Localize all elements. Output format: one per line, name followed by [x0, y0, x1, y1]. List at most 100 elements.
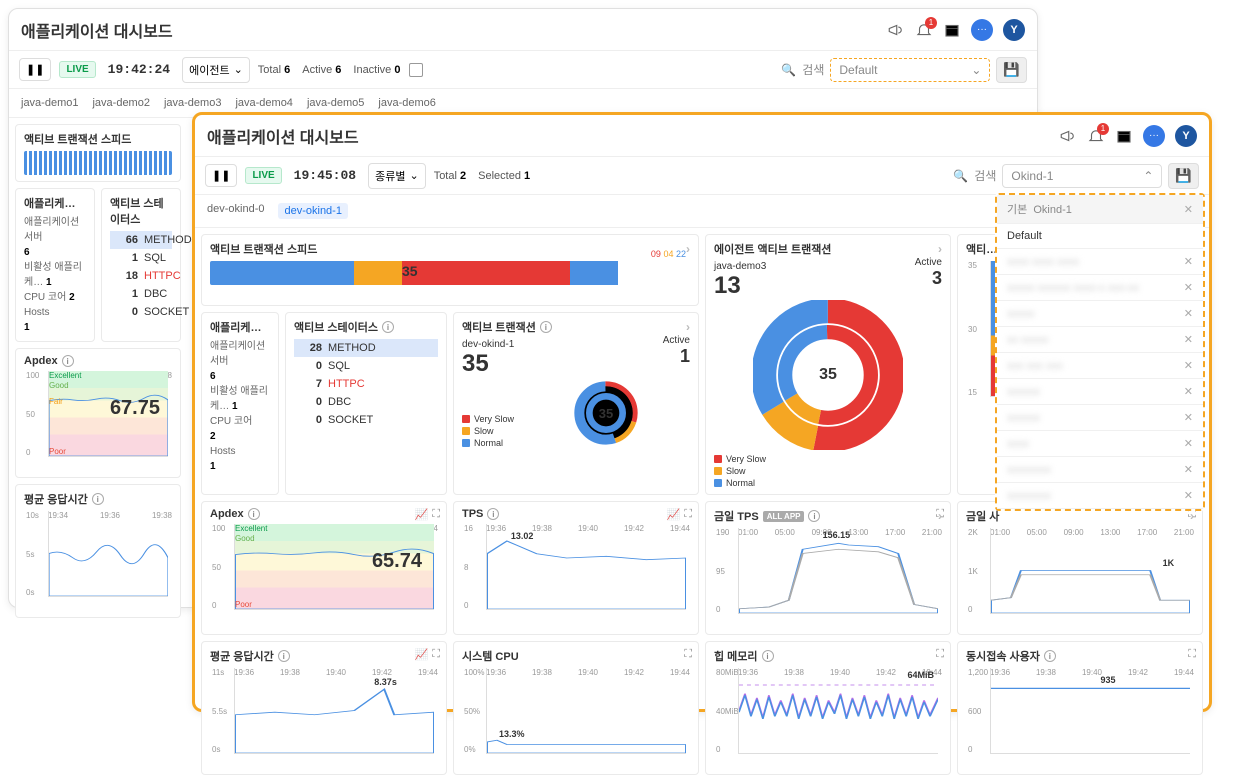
kind-dropdown[interactable]: 종류별 ⌄	[368, 163, 426, 189]
expand-icon[interactable]: ⛶	[936, 508, 944, 521]
remove-icon[interactable]: ✕	[1184, 359, 1193, 372]
save-button[interactable]: 💾	[1168, 163, 1199, 189]
live-badge: LIVE	[59, 61, 95, 78]
dd-item[interactable]: xxxxxxxx✕	[997, 457, 1203, 483]
info-icon[interactable]: i	[808, 510, 820, 522]
heap-panel: 힙 메모리i ⛶ 80MiB40MiB0 64MiB 19:3619:3819:…	[705, 641, 951, 775]
avatar[interactable]: Y	[1175, 125, 1197, 147]
dd-item[interactable]: Default	[997, 224, 1203, 249]
remove-icon[interactable]: ✕	[1184, 333, 1193, 346]
info-icon[interactable]: i	[248, 508, 260, 520]
remove-icon[interactable]: ✕	[1184, 437, 1193, 450]
remove-icon[interactable]: ✕	[1184, 307, 1193, 320]
apdex-panel: Apdexi 100500 Excellent Good Fair Poor 6…	[15, 348, 181, 478]
remove-icon[interactable]: ✕	[1184, 385, 1193, 398]
dd-header: 기본 Okind-1✕	[997, 195, 1203, 224]
cpu-panel: 시스템 CPU ⛶ 100%50%0% 13.3% 19:3619:3819:4…	[453, 641, 699, 775]
tab[interactable]: java-demo1	[21, 97, 78, 109]
expand-icon[interactable]: ›	[686, 242, 690, 256]
chip-icon[interactable]	[409, 63, 423, 77]
expand-icon[interactable]: ⛶	[1188, 648, 1196, 661]
app-panel: 애플리케… 애플리케이션 서버6 비활성 애플리케… 1 CPU 코어2 Hos…	[201, 312, 279, 495]
dd-item[interactable]: xxxxx✕	[997, 301, 1203, 327]
tab[interactable]: java-demo3	[164, 97, 221, 109]
dd-item[interactable]: xxxx✕	[997, 431, 1203, 457]
daily-users-panel: 금일 사› ⛶ 2K1K0 1K 01:0005:0009:0013:0017:…	[957, 501, 1203, 635]
expand-icon[interactable]: ⛶	[432, 648, 440, 661]
expand-icon[interactable]: ›	[686, 320, 690, 334]
apdex-panel: Apdexi 📈⛶ 100500 Excellent Good Poor 65.…	[201, 501, 447, 635]
info-icon[interactable]: i	[62, 355, 74, 367]
speed-stripe: 35 09 04 22	[210, 261, 690, 285]
front-titlebar: 애플리케이션 대시보드 1 ··· Y	[195, 115, 1209, 157]
dd-item[interactable]: xxxxxxxx✕	[997, 483, 1203, 509]
megaphone-icon[interactable]	[1059, 127, 1077, 145]
dd-item[interactable]: xxxxxx✕	[997, 379, 1203, 405]
clock: 19:45:08	[290, 166, 360, 185]
agent-active-panel: 에이전트 액티브 트랜잭션› java-demo3 13 Active3 35 …	[705, 234, 951, 495]
remove-icon[interactable]: ✕	[1184, 255, 1193, 268]
info-icon[interactable]: i	[540, 321, 552, 333]
speed-panel: 액티브 트랜잭션 스피드› 35 09 04 22	[201, 234, 699, 306]
remove-icon[interactable]: ✕	[1184, 489, 1193, 502]
tab[interactable]: dev-okind-0	[207, 203, 264, 219]
info-icon[interactable]: i	[382, 321, 394, 333]
expand-icon[interactable]: ›	[938, 242, 942, 256]
pause-button[interactable]: ❚❚	[205, 164, 237, 187]
expand-icon[interactable]: ⛶	[432, 508, 440, 521]
chart-type-icon[interactable]: 📈	[667, 508, 681, 521]
stat-row: Total 2 Selected 1	[434, 170, 530, 182]
remove-icon[interactable]: ✕	[1184, 411, 1193, 424]
info-icon[interactable]: i	[1044, 650, 1056, 662]
app-panel: 애플리케… 애플리케이션 서버6 비활성 애플리케… 1 CPU 코어 2 Ho…	[15, 188, 95, 342]
tab-active[interactable]: dev-okind-1	[278, 203, 347, 219]
expand-icon[interactable]: ⛶	[936, 648, 944, 661]
chat-icon[interactable]: ···	[971, 19, 993, 41]
chart-type-icon[interactable]: 📈	[415, 648, 429, 661]
dd-item[interactable]: xxxxx xxxxxx xxxx-x xxx-xx✕	[997, 275, 1203, 301]
megaphone-icon[interactable]	[887, 21, 905, 39]
expand-icon[interactable]: ⛶	[684, 508, 692, 521]
expand-icon[interactable]: ⛶	[684, 648, 692, 661]
bell-icon[interactable]: 1	[915, 21, 933, 39]
resp-panel: 평균 응답시간i 10s5s0s 19:3419:3619:38	[15, 484, 181, 618]
chat-icon[interactable]: ···	[1143, 125, 1165, 147]
avatar[interactable]: Y	[1003, 19, 1025, 41]
agent-dropdown[interactable]: 에이전트 ⌄	[182, 57, 250, 83]
archive-icon[interactable]	[943, 21, 961, 39]
front-window: 애플리케이션 대시보드 1 ··· Y ❚❚ LIVE 19:45:08 종류별…	[192, 112, 1212, 712]
dashboard-select[interactable]: Okind-1⌃	[1002, 164, 1162, 188]
info-icon[interactable]: i	[762, 650, 774, 662]
remove-icon[interactable]: ✕	[1184, 463, 1193, 476]
dd-item[interactable]: xxx xxx xxx✕	[997, 353, 1203, 379]
info-icon[interactable]: i	[487, 508, 499, 520]
dd-item[interactable]: xxxxxx✕	[997, 405, 1203, 431]
tab[interactable]: java-demo2	[92, 97, 149, 109]
concurrent-panel: 동시접속 사용자i ⛶ 1,2006000 935 19:3619:3819:4…	[957, 641, 1203, 775]
tps-panel: TPSi 📈⛶ 1680 13.02 19:3619:3819:4019:421…	[453, 501, 699, 635]
info-icon[interactable]: i	[92, 493, 104, 505]
info-icon[interactable]: i	[278, 650, 290, 662]
tab[interactable]: java-demo6	[378, 97, 435, 109]
archive-icon[interactable]	[1115, 127, 1133, 145]
speed-panel: 액티브 트랜잭션 스피드	[15, 124, 181, 182]
chart-type-icon[interactable]: 📈	[415, 508, 429, 521]
dashboard-select[interactable]: Default⌄	[830, 58, 990, 82]
search-icon[interactable]: 🔍	[953, 169, 968, 183]
dd-item[interactable]: xx xxxxx✕	[997, 327, 1203, 353]
status-panel: 액티브 스테이터스i 28METHOD 0SQL 7HTTPC 0DBC 0SO…	[285, 312, 447, 495]
tab[interactable]: java-demo5	[307, 97, 364, 109]
pause-button[interactable]: ❚❚	[19, 58, 51, 81]
close-icon[interactable]: ✕	[1184, 203, 1193, 216]
search-icon[interactable]: 🔍	[781, 63, 796, 77]
dd-item[interactable]: xxxx xxxx xxxx✕	[997, 249, 1203, 275]
donut-chart: 35	[571, 378, 641, 448]
speed-stripe	[24, 151, 172, 175]
save-button[interactable]: 💾	[996, 57, 1027, 83]
remove-icon[interactable]: ✕	[1184, 281, 1193, 294]
tab[interactable]: java-demo4	[235, 97, 292, 109]
bell-icon[interactable]: 1	[1087, 127, 1105, 145]
dashboard-dropdown: 기본 Okind-1✕ Default xxxx xxxx xxxx✕ xxxx…	[995, 193, 1205, 511]
status-panel: 액티브 스테이터스 66METHOD 1SQL 18HTTPC 1DBC 0SO…	[101, 188, 181, 342]
stat-row: Total 6 Active 6 Inactive 0	[258, 64, 401, 76]
